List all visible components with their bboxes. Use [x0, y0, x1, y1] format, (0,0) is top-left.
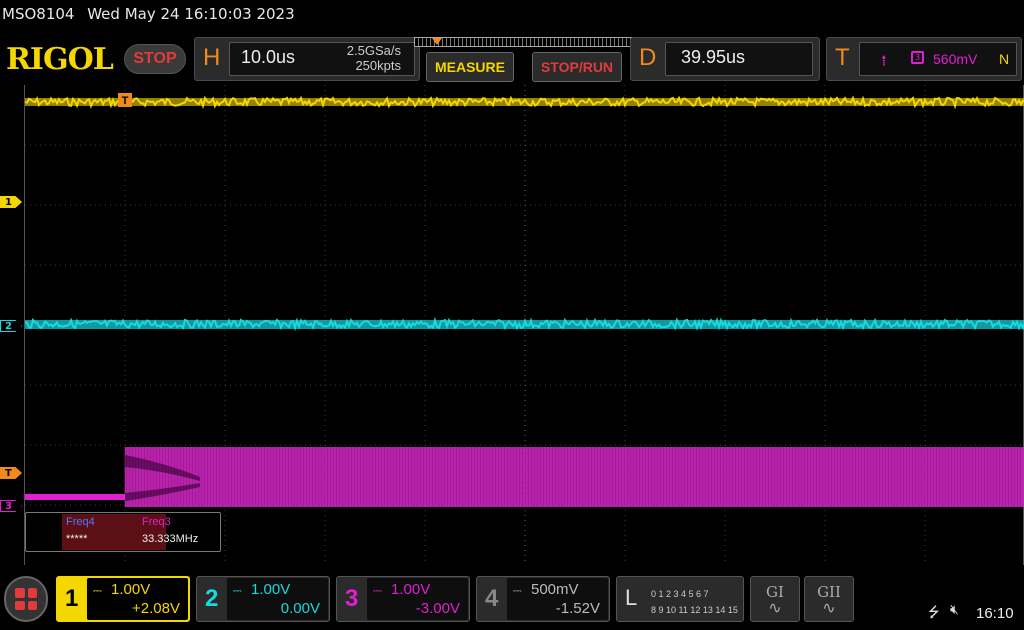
ch1-scale: 1.00V: [111, 581, 151, 598]
title-line: MSO8104 Wed May 24 16:10:03 2023: [2, 5, 303, 23]
sine-wave-icon: ∿: [822, 598, 836, 617]
ch3-offset-marker[interactable]: 3: [0, 500, 22, 512]
ch2-offset: 0.00V: [280, 600, 320, 617]
ch1-waveform-band: [25, 98, 1024, 106]
timebase-value: 10.0us: [241, 47, 296, 67]
ch1-number: 1: [65, 585, 79, 612]
ch3-scale: 1.00V: [391, 581, 431, 598]
ch4-number: 4: [485, 585, 499, 612]
ch2-panel[interactable]: 2 ⎓ 1.00V 0.00V: [196, 576, 330, 622]
trigger-level-marker[interactable]: T: [0, 467, 22, 479]
generator-2-button[interactable]: GII ∿: [804, 576, 854, 622]
ch4-offset: -1.52V: [555, 600, 600, 617]
logic-letter: L: [625, 585, 638, 610]
measure-freq4-name: Freq4: [66, 516, 95, 528]
sample-info: 2.5GSa/s 250kpts: [347, 43, 401, 73]
usb-icon: ⭍: [928, 605, 940, 621]
channel-bar: 1 ⎓ 1.00V +2.08V 2 ⎓ 1.00V 0.00V 3 ⎓ 1.0…: [0, 572, 1024, 630]
menu-grid-icon: [15, 588, 37, 610]
ch4-scale: 500mV: [531, 581, 579, 598]
horizontal-letter: H: [203, 44, 221, 71]
dc-coupling-icon: ⎓: [233, 584, 242, 597]
stop-run-button[interactable]: STOP/RUN: [532, 52, 622, 82]
ch3-number: 3: [345, 585, 359, 612]
delay-letter: D: [639, 44, 657, 71]
ch1-offset-marker[interactable]: 1: [0, 196, 22, 208]
dc-coupling-icon: ⎓: [513, 584, 522, 597]
ch2-number: 2: [205, 585, 219, 612]
ch1-settings: ⎓ 1.00V +2.08V: [87, 578, 188, 620]
waveform-display[interactable]: T: [24, 85, 1024, 565]
ch3-pre-trigger: [25, 494, 125, 500]
logic-channels-row1: 0 1 2 3 4 5 6 7: [651, 589, 709, 599]
measure-freq4-value: *****: [66, 533, 88, 545]
logic-analyzer-panel[interactable]: L 0 1 2 3 4 5 6 7 8 9 10 11 12 13 14 15: [616, 576, 744, 622]
toolbar: RIGOL STOP H 10.0us 2.5GSa/s 250kpts MEA…: [0, 37, 1024, 83]
delay-panel[interactable]: D 39.95us: [630, 37, 820, 81]
logic-channels-row2: 8 9 10 11 12 13 14 15: [651, 605, 738, 615]
ch1-panel[interactable]: 1 ⎓ 1.00V +2.08V: [56, 576, 190, 622]
status-clock: 16:10: [976, 605, 1014, 622]
datetime: Wed May 24 16:10:03 2023: [87, 5, 295, 23]
ch2-offset-marker[interactable]: 2: [0, 320, 22, 332]
measurement-panel[interactable]: Freq4 ***** Freq3 33.333MHz: [25, 512, 221, 552]
sound-muted-icon[interactable]: 🔇︎: [950, 602, 959, 618]
main-menu-button[interactable]: [4, 576, 48, 622]
model-name: MSO8104: [2, 5, 75, 23]
memory-position-strip: [414, 37, 636, 47]
dc-coupling-icon: ⎓: [373, 584, 382, 597]
ch3-settings: ⎓ 1.00V -3.00V: [367, 578, 468, 620]
ch3-offset: -3.00V: [415, 600, 460, 617]
generator-1-button[interactable]: GI ∿: [750, 576, 800, 622]
delay-value: 39.95us: [681, 47, 746, 67]
trigger-panel[interactable]: T ⭫ 3 560mV N: [826, 37, 1022, 81]
dc-coupling-icon: ⎓: [93, 584, 102, 597]
graticule: T: [25, 85, 1024, 565]
ch2-settings: ⎓ 1.00V 0.00V: [227, 578, 328, 620]
trigger-time-marker-icon: T: [118, 93, 132, 107]
ch4-settings: ⎓ 500mV -1.52V: [507, 578, 608, 620]
ch1-offset: +2.08V: [132, 600, 180, 617]
sine-wave-icon: ∿: [768, 598, 782, 617]
ch4-panel[interactable]: 4 ⎓ 500mV -1.52V: [476, 576, 610, 622]
run-state-indicator[interactable]: STOP: [124, 44, 186, 74]
measure-freq3-value: 33.333MHz: [142, 533, 199, 545]
svg-text:T: T: [122, 95, 129, 107]
measure-button[interactable]: MEASURE: [426, 52, 514, 82]
trigger-source-icon: 3: [911, 51, 924, 64]
memory-depth: 250kpts: [355, 58, 401, 73]
trigger-level: 560mV: [933, 51, 978, 67]
sample-rate: 2.5GSa/s: [346, 43, 401, 58]
trigger-position-marker-icon: [432, 38, 442, 45]
ch3-panel[interactable]: 3 ⎓ 1.00V -3.00V: [336, 576, 470, 622]
ch2-scale: 1.00V: [251, 581, 291, 598]
trigger-mode: N: [999, 51, 1010, 67]
trigger-letter: T: [835, 44, 850, 71]
rising-edge-icon: ⭫: [881, 51, 887, 70]
rigol-logo: RIGOL: [6, 42, 114, 77]
horizontal-panel[interactable]: H 10.0us 2.5GSa/s 250kpts: [194, 37, 420, 81]
measure-freq3-name: Freq3: [142, 516, 171, 528]
